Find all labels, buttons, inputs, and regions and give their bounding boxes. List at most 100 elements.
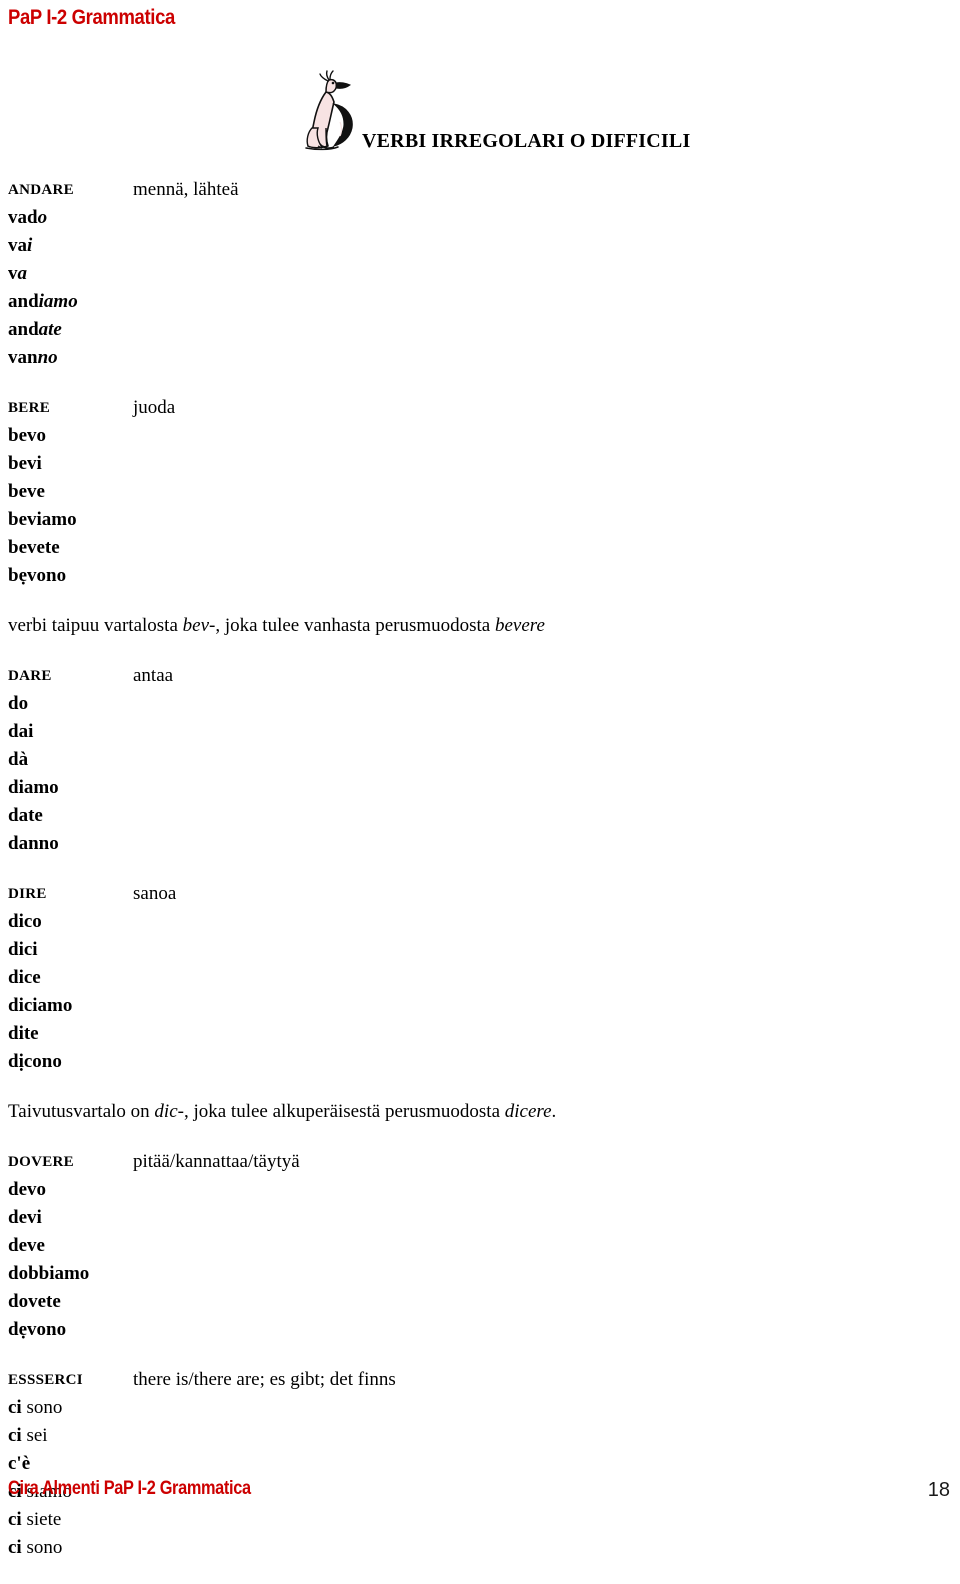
verb-form-stem: dovete (8, 1291, 61, 1312)
verb-translation: juoda (133, 397, 176, 418)
verb-form-stem: deve (8, 1235, 45, 1256)
verb-form-plain: sono (21, 1537, 63, 1558)
verb-form-stem: ci (8, 1397, 22, 1418)
verb-translation: mennä, lähteä (133, 179, 239, 200)
verb-form-ending: ate (38, 319, 62, 340)
verb-form: dice (8, 964, 960, 992)
verb-form-stem: beve (8, 481, 45, 502)
verb-form-stem: vad (8, 207, 38, 228)
verb-note-middle: , joka tulee alkuperäisestä perusmuodost… (183, 1101, 505, 1122)
verb-form-stem: ci (8, 1509, 22, 1530)
verb-form-stem: devi (8, 1207, 42, 1228)
verb-head: DARE antaa (0, 662, 960, 690)
verb-note: Taivutusvartalo on dic-, joka tulee alku… (8, 1098, 960, 1126)
verb-form-ending: iamo (38, 291, 78, 312)
verb-block: DIRE sanoa dico dici dice diciamo dite dịcono (0, 880, 960, 1076)
verb-block: ANDARE mennä, lähteä vado vai va andiamo andat… (0, 176, 960, 372)
verb-note-prefix: Taivutusvartalo on (8, 1101, 155, 1122)
verb-block: DOVERE pitää/kannattaa/täytyä devo devi deve… (0, 1148, 960, 1344)
verb-form-stem: diamo (8, 777, 59, 798)
verb-form: dà (8, 746, 960, 774)
verb-block: DARE antaa do dai dà diamo date danno (0, 662, 960, 858)
verb-form: ci sono (8, 1534, 960, 1562)
verb-form: andate (8, 316, 960, 344)
verb-form-stem: dico (8, 911, 42, 932)
verb-form-stem: and (8, 319, 39, 340)
page-number: 18 (927, 1479, 950, 1501)
verb-infinitive: ESSSERCI (8, 1372, 83, 1388)
verb-head: ESSSERCI there is/there are; es gibt; det… (0, 1366, 960, 1394)
verb-form: beve (8, 478, 960, 506)
verb-infinitive: DOVERE (8, 1154, 74, 1170)
verb-head: ANDARE mennä, lähteä (0, 176, 960, 204)
verb-infinitive: DIRE (8, 886, 47, 902)
verb-form-stem: ci (8, 1425, 22, 1446)
verb-form-stem: v (8, 263, 18, 284)
verb-form: dịcono (8, 1048, 960, 1076)
verb-form-stem: dite (8, 1023, 39, 1044)
section-heading: VERBI IRREGOLARI O DIFFICILI (362, 130, 691, 152)
verb-form-plain: siete (21, 1509, 62, 1530)
verb-form: bevo (8, 422, 960, 450)
verb-form-stem: danno (8, 833, 59, 854)
verb-note-stem: dic- (154, 1101, 184, 1122)
verb-form-stem: dẹvono (8, 1319, 67, 1340)
verb-note-middle: , joka tulee vanhasta perusmuodosta (215, 615, 495, 636)
page-header-title: PaP I-2 Grammatica (8, 6, 175, 29)
verb-form: bẹvono (8, 562, 960, 590)
verb-form: bevi (8, 450, 960, 478)
verb-form-stem: dịcono (8, 1051, 62, 1072)
verb-head: DIRE sanoa (0, 880, 960, 908)
verb-note: verbi taipuu vartalosta bev-, joka tulee… (8, 612, 960, 640)
verb-form: dici (8, 936, 960, 964)
verb-note-stem: bev- (182, 615, 216, 636)
verb-form: bevete (8, 534, 960, 562)
verb-infinitive: BERE (8, 400, 51, 416)
verb-form: do (8, 690, 960, 718)
verb-note-prefix: verbi taipuu vartalosta (8, 615, 183, 636)
verb-form: beviamo (8, 506, 960, 534)
verb-form: dovete (8, 1288, 960, 1316)
verb-translation: there is/there are; es gibt; det finns (133, 1369, 396, 1390)
verb-form-stem: bevete (8, 537, 60, 558)
verb-form: dico (8, 908, 960, 936)
verb-form-stem: ci (8, 1537, 22, 1558)
verb-form-stem: devo (8, 1179, 46, 1200)
verb-form: ci sono (8, 1394, 960, 1422)
verb-form-stem: van (8, 347, 38, 368)
verb-form: andiamo (8, 288, 960, 316)
verb-form-stem: do (8, 693, 29, 714)
verb-form-stem: dici (8, 939, 38, 960)
verb-form: date (8, 802, 960, 830)
verb-block: ESSSERCI there is/there are; es gibt; det… (0, 1366, 960, 1562)
verb-form: ci sei (8, 1422, 960, 1450)
verb-form: ci siete (8, 1506, 960, 1534)
verb-note-origin: dicere (504, 1101, 552, 1122)
verb-form-stem: bevi (8, 453, 42, 474)
verb-form-stem: date (8, 805, 43, 826)
verb-form: dobbiamo (8, 1260, 960, 1288)
verb-form-stem: dice (8, 967, 41, 988)
verb-note-suffix: . (551, 1101, 557, 1122)
verb-form-plain: sei (21, 1425, 48, 1446)
verb-form: vanno (8, 344, 960, 372)
verb-form-stem: c'è (8, 1453, 31, 1474)
verb-form: devo (8, 1176, 960, 1204)
footer-attribution: Cira Almenti PaP I-2 Grammatica (8, 1478, 251, 1499)
verb-list: ANDARE mennä, lähteä vado vai va andiamo andat… (0, 176, 960, 1584)
section-title-row: VERBI IRREGOLARI O DIFFICILI (0, 62, 960, 162)
verb-form: c'è (8, 1450, 960, 1478)
verb-form: vai (8, 232, 960, 260)
verb-infinitive: DARE (8, 668, 52, 684)
verb-note-origin: bevere (495, 615, 545, 636)
verb-translation: antaa (133, 665, 174, 686)
verb-head: DOVERE pitää/kannattaa/täytyä (0, 1148, 960, 1176)
verb-form-stem: diciamo (8, 995, 73, 1016)
verb-form-stem: bevo (8, 425, 46, 446)
verb-form-stem: and (8, 291, 39, 312)
verb-form: dite (8, 1020, 960, 1048)
verb-form-stem: bẹvono (8, 565, 67, 586)
verb-form-ending: o (37, 207, 48, 228)
verb-infinitive: ANDARE (8, 182, 74, 198)
verb-form: vado (8, 204, 960, 232)
